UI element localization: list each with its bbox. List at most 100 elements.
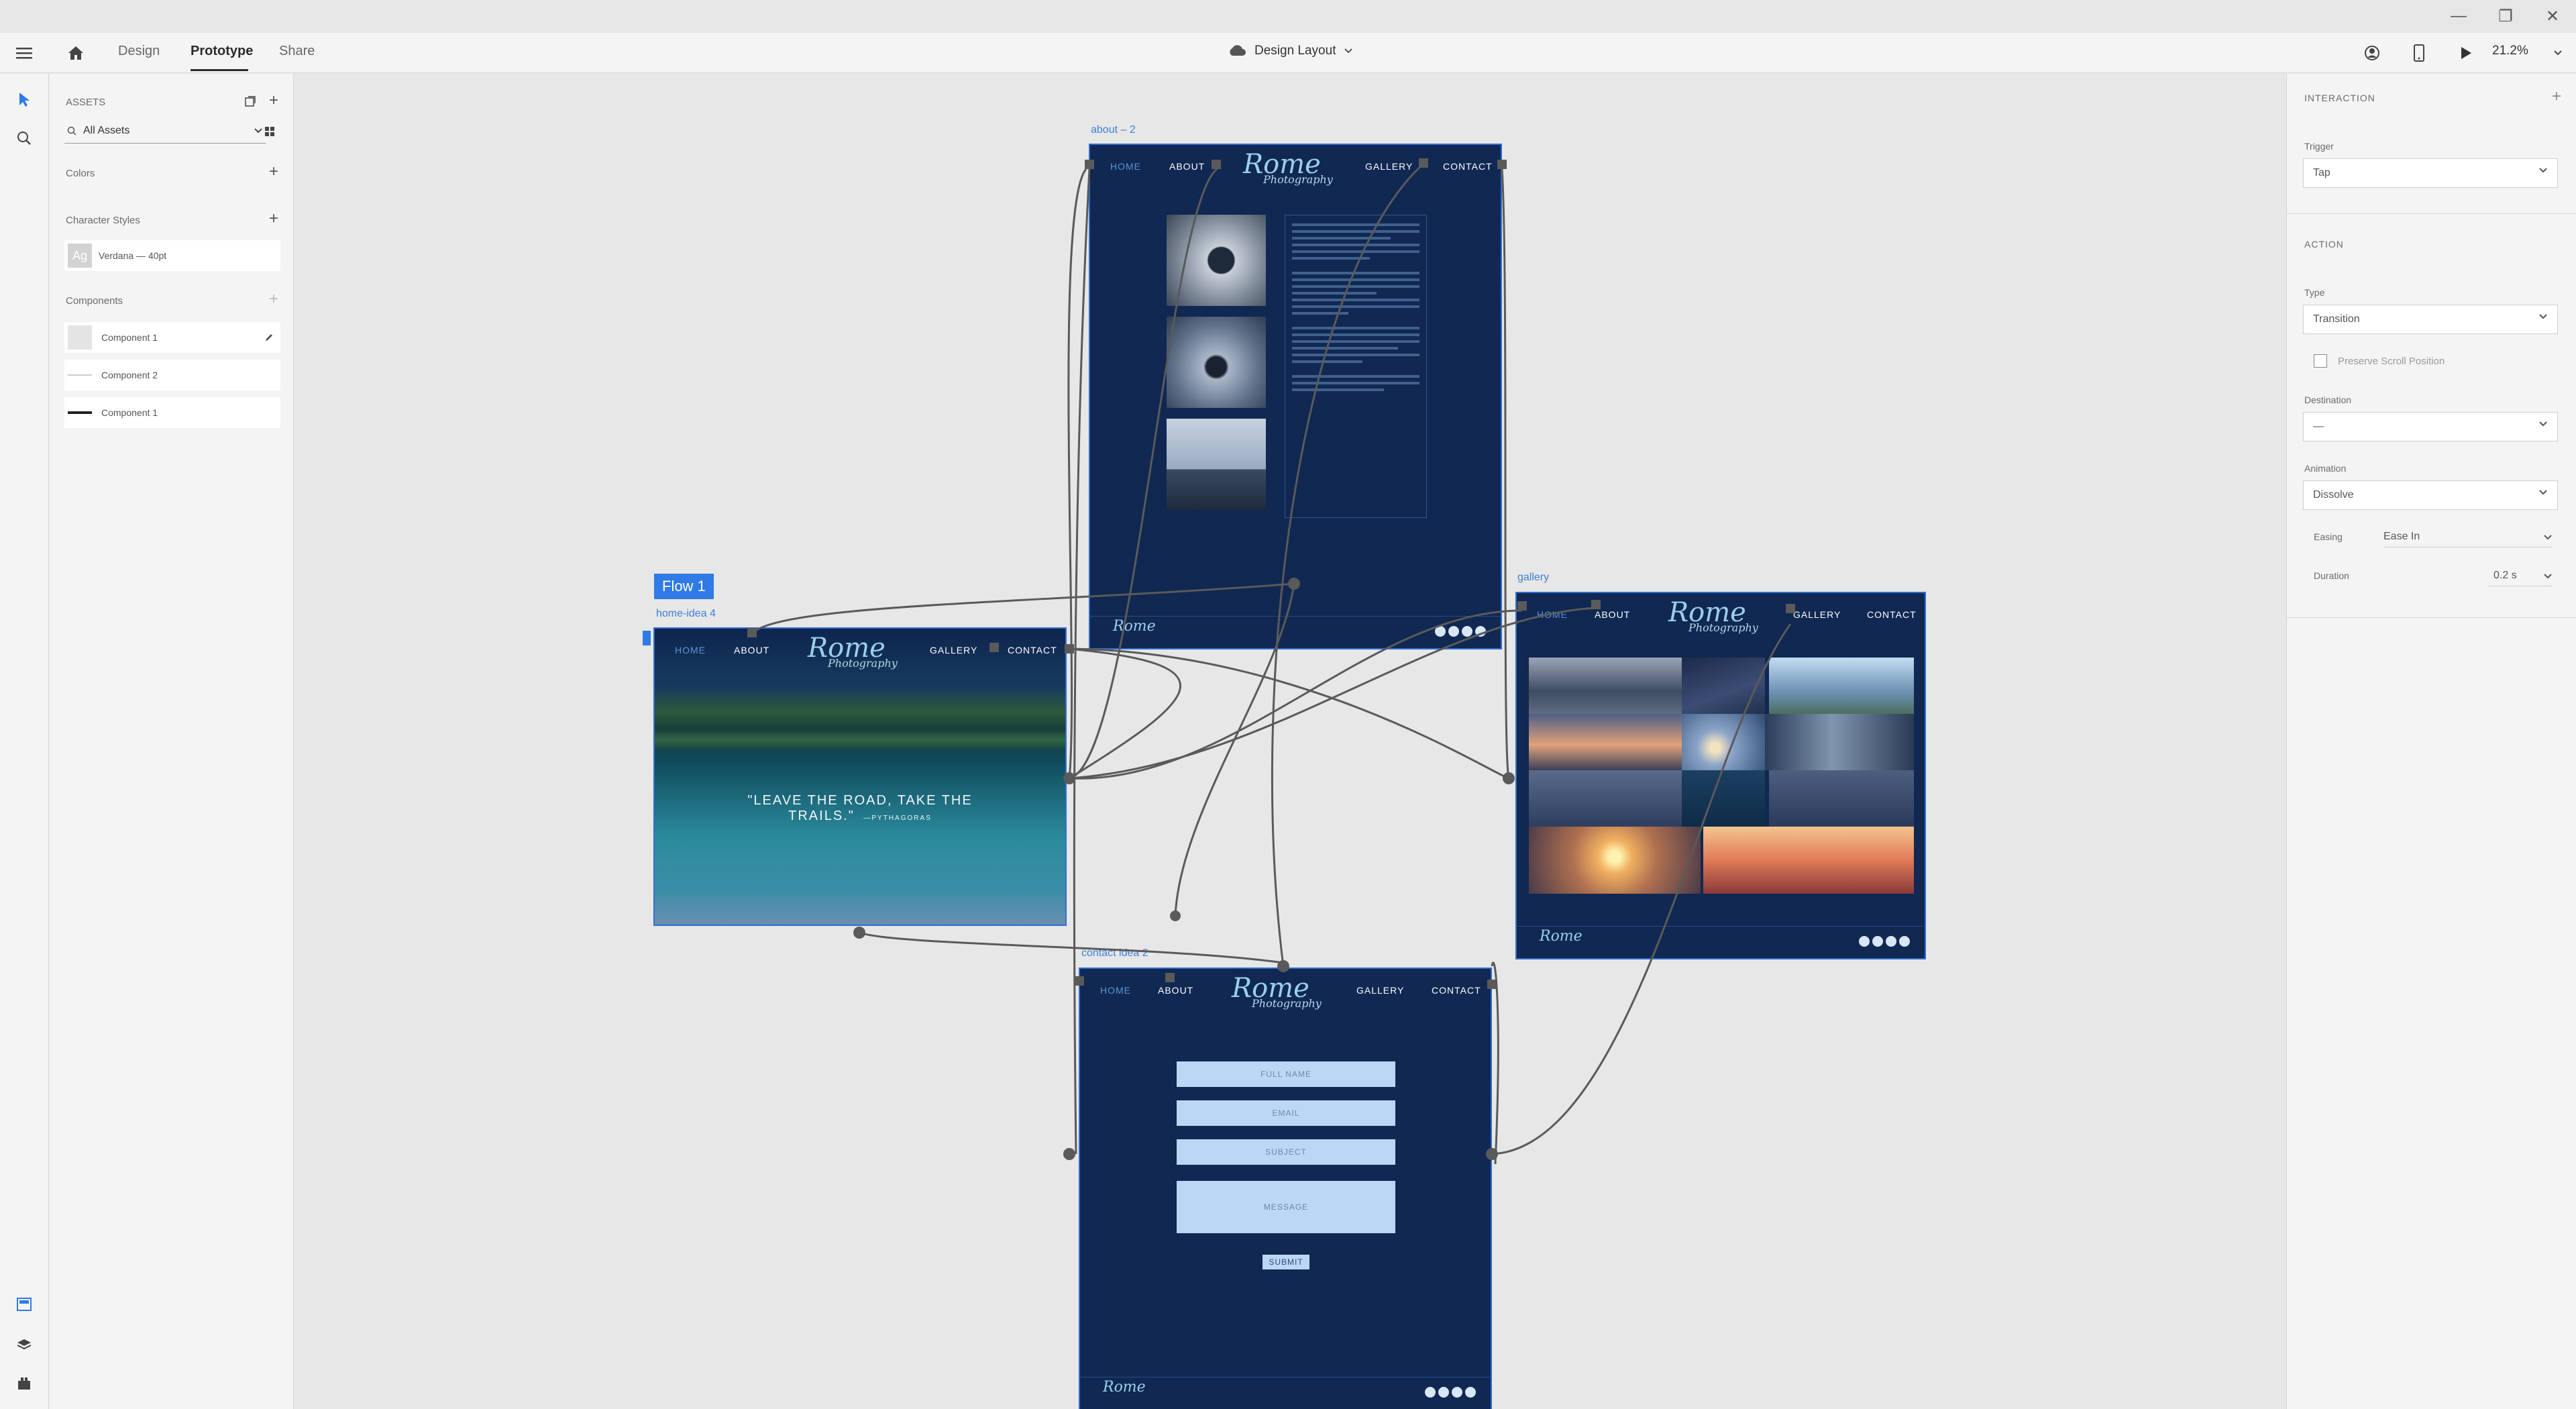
- character-style-label: Verdana — 40pt: [99, 250, 167, 261]
- wire-handle[interactable]: [1063, 1148, 1075, 1160]
- component-item[interactable]: Component 2: [64, 360, 280, 390]
- trigger-label: Trigger: [2304, 141, 2334, 152]
- wire-home-about-to-about[interactable]: [749, 582, 1295, 637]
- section-divider: [2287, 617, 2576, 618]
- chevron-down-icon: [2539, 314, 2547, 319]
- wire-anchor[interactable]: [1165, 973, 1175, 982]
- prototype-wires: [643, 158, 1795, 1165]
- chevron-down-icon: [2544, 535, 2552, 540]
- wire-handle[interactable]: [1063, 772, 1075, 784]
- new-library-icon[interactable]: [244, 95, 256, 111]
- tab-design[interactable]: Design: [118, 44, 160, 59]
- chevron-down-icon: [2539, 168, 2547, 173]
- user-account-icon[interactable]: [2360, 41, 2384, 65]
- preserve-scroll-checkbox[interactable]: [2314, 354, 2327, 368]
- duration-value: 0.2 s: [2493, 569, 2517, 581]
- type-dropdown[interactable]: Transition: [2303, 305, 2558, 334]
- wire-anchor[interactable]: [747, 628, 757, 637]
- character-style-item[interactable]: Ag Verdana — 40pt: [64, 240, 280, 271]
- wire-handle[interactable]: [1486, 1148, 1498, 1160]
- wire-home-contact-to-gallery[interactable]: [1069, 647, 1509, 780]
- wire-to-gallery-about[interactable]: [1069, 607, 1597, 780]
- wire-handle[interactable]: [1170, 910, 1181, 921]
- asset-search-field[interactable]: All Assets: [64, 118, 266, 144]
- wire-anchor[interactable]: [1591, 600, 1601, 609]
- window-titlebar: — ❐ ✕: [0, 0, 2576, 33]
- wire-contact-right[interactable]: [1491, 961, 1499, 1165]
- wire-about-contact-right[interactable]: [1501, 168, 1510, 779]
- wire-anchor[interactable]: [1517, 601, 1527, 611]
- wire-home-bottom-to-contact[interactable]: [859, 931, 1284, 964]
- asset-search-value: All Assets: [83, 124, 130, 136]
- assets-panel: ASSETS + All Assets Colors + Character S…: [50, 74, 294, 1409]
- flow-start-marker[interactable]: [643, 631, 651, 645]
- wire-handle[interactable]: [853, 927, 865, 939]
- character-styles-label: Character Styles: [66, 215, 140, 226]
- chevron-down-icon: [1344, 48, 1353, 54]
- minimize-icon[interactable]: —: [2438, 5, 2479, 27]
- component-item[interactable]: Component 1: [64, 397, 280, 428]
- edit-pencil-icon[interactable]: [264, 333, 274, 342]
- wire-about-to-contact[interactable]: [1174, 583, 1295, 917]
- wire-handle[interactable]: [1277, 960, 1289, 972]
- wire-contact-to-gallery[interactable]: [1491, 623, 1792, 1155]
- wire-handle[interactable]: [1503, 772, 1515, 784]
- wire-anchor[interactable]: [1075, 976, 1084, 986]
- wire-to-gallery-home[interactable]: [1069, 609, 1523, 780]
- wire-anchor[interactable]: [1085, 160, 1094, 169]
- tool-rail: [0, 74, 49, 1409]
- wire-anchor[interactable]: [1487, 980, 1497, 989]
- chevron-down-icon: [254, 127, 262, 133]
- animation-value: Dissolve: [2313, 489, 2354, 501]
- animation-dropdown[interactable]: Dissolve: [2303, 480, 2558, 510]
- zoom-tool-icon[interactable]: [12, 126, 36, 150]
- wire-anchor[interactable]: [1212, 160, 1221, 169]
- close-icon[interactable]: ✕: [2532, 5, 2573, 27]
- easing-dropdown[interactable]: Ease In: [2383, 526, 2553, 547]
- component-item[interactable]: Component 1: [64, 322, 280, 353]
- wire-anchor[interactable]: [1419, 158, 1428, 168]
- add-character-style-icon[interactable]: +: [269, 211, 278, 227]
- add-interaction-icon[interactable]: +: [2552, 87, 2561, 106]
- prototype-canvas[interactable]: about – 2 HOME ABOUT Rome Photography GA…: [294, 74, 2286, 1409]
- grid-view-icon[interactable]: [264, 126, 275, 140]
- wire-anchor[interactable]: [1786, 604, 1795, 613]
- wire-anchor[interactable]: [989, 643, 999, 652]
- home-icon[interactable]: [64, 41, 88, 65]
- tab-share[interactable]: Share: [279, 44, 315, 59]
- wire-anchor[interactable]: [1497, 160, 1507, 169]
- document-title[interactable]: Design Layout: [1228, 44, 1353, 58]
- plugins-icon[interactable]: [12, 1371, 36, 1396]
- preserve-scroll-label: Preserve Scroll Position: [2338, 355, 2445, 367]
- restore-icon[interactable]: ❐: [2485, 5, 2526, 27]
- hamburger-menu-icon[interactable]: [12, 41, 36, 65]
- layers-icon[interactable]: [12, 1333, 36, 1357]
- device-preview-icon[interactable]: [2407, 41, 2431, 65]
- assets-panel-icon[interactable]: [12, 1292, 36, 1316]
- duration-label: Duration: [2314, 570, 2349, 581]
- wire-about-left-to-contact[interactable]: [1073, 168, 1091, 1155]
- wire-handle[interactable]: [1288, 578, 1300, 590]
- preserve-scroll-option[interactable]: Preserve Scroll Position: [2314, 354, 2445, 368]
- wire-about-gallery-to-contact[interactable]: [1271, 162, 1425, 967]
- destination-dropdown[interactable]: —: [2303, 412, 2558, 441]
- add-component-icon[interactable]: +: [269, 291, 278, 307]
- easing-value: Ease In: [2383, 530, 2420, 542]
- easing-label: Easing: [2314, 531, 2343, 542]
- wire-to-about-nav[interactable]: [1069, 168, 1218, 780]
- component-thumbnail: [68, 411, 92, 414]
- add-color-icon[interactable]: +: [269, 164, 278, 180]
- select-tool-icon[interactable]: [12, 87, 36, 111]
- trigger-dropdown[interactable]: Tap: [2303, 158, 2558, 188]
- add-asset-icon[interactable]: +: [269, 93, 278, 109]
- zoom-chevron-icon[interactable]: [2546, 41, 2570, 65]
- zoom-level[interactable]: 21.2%: [2492, 44, 2528, 58]
- component-thumbnail: [68, 325, 92, 350]
- wire-home-contact-loop[interactable]: [1069, 647, 1181, 780]
- active-tab-indicator: [191, 69, 248, 71]
- duration-dropdown[interactable]: 0.2 s: [2488, 565, 2553, 586]
- interaction-header: INTERACTION: [2304, 93, 2375, 103]
- tab-prototype[interactable]: Prototype: [191, 44, 253, 59]
- play-preview-icon[interactable]: [2454, 41, 2478, 65]
- wire-anchor[interactable]: [1065, 644, 1074, 654]
